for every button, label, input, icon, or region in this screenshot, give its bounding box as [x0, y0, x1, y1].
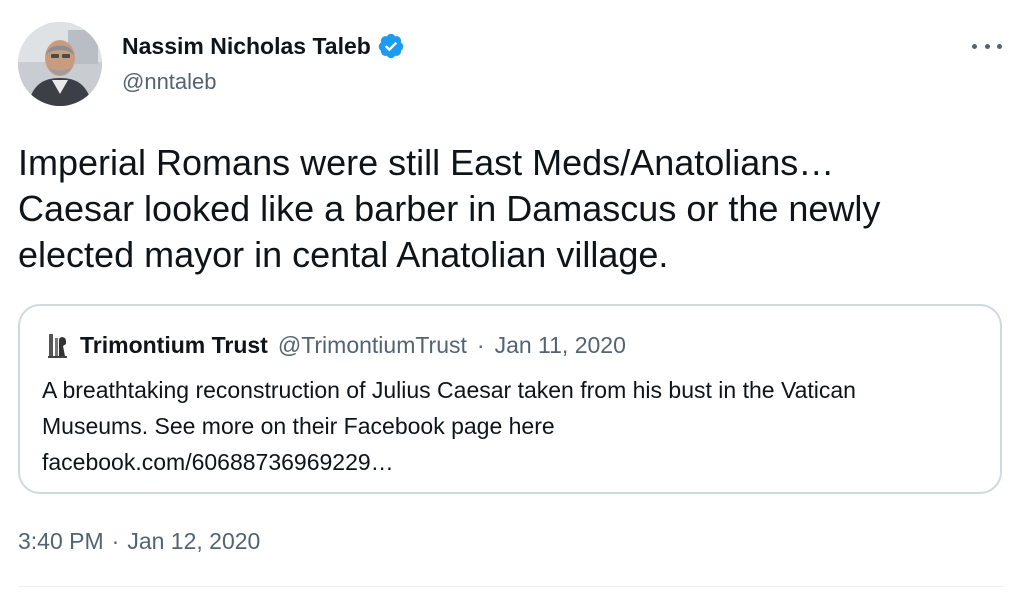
tweet-date: Jan 12, 2020 [127, 528, 261, 554]
verified-badge-icon [377, 32, 405, 60]
tweet-card: Nassim Nicholas Taleb @nntaleb Imperial … [0, 0, 1024, 604]
timestamp-separator: · [111, 528, 120, 554]
more-options-icon[interactable] [972, 34, 1002, 58]
author-avatar[interactable] [18, 22, 102, 106]
quoted-tweet-text: A breathtaking reconstruction of Julius … [42, 372, 992, 480]
quoted-text-line-2: Museums. See more on their Facebook page… [42, 413, 555, 439]
author-name-row: Nassim Nicholas Taleb [122, 32, 405, 60]
author-handle[interactable]: @nntaleb [122, 68, 217, 96]
quoted-author-handle: @TrimontiumTrust [277, 332, 467, 358]
divider [18, 586, 1004, 587]
author-avatar-image [18, 22, 102, 106]
tweet-text: Imperial Romans were still East Meds/Ana… [18, 142, 881, 275]
quoted-author-avatar [46, 330, 70, 360]
quoted-text-line-1: A breathtaking reconstruction of Julius … [42, 377, 856, 403]
quoted-tweet-card[interactable]: Trimontium Trust @TrimontiumTrust · Jan … [18, 304, 1002, 494]
quoted-tweet-header: Trimontium Trust @TrimontiumTrust · Jan … [46, 330, 626, 360]
author-name[interactable]: Nassim Nicholas Taleb [122, 32, 371, 60]
quoted-separator: · [476, 332, 485, 358]
quoted-link[interactable]: facebook.com/60688736969229… [42, 444, 992, 480]
tweet-timestamp[interactable]: 3:40 PM · Jan 12, 2020 [18, 526, 260, 556]
quoted-author-name: Trimontium Trust [80, 332, 268, 358]
quoted-date: Jan 11, 2020 [494, 332, 626, 358]
tweet-time: 3:40 PM [18, 528, 104, 554]
